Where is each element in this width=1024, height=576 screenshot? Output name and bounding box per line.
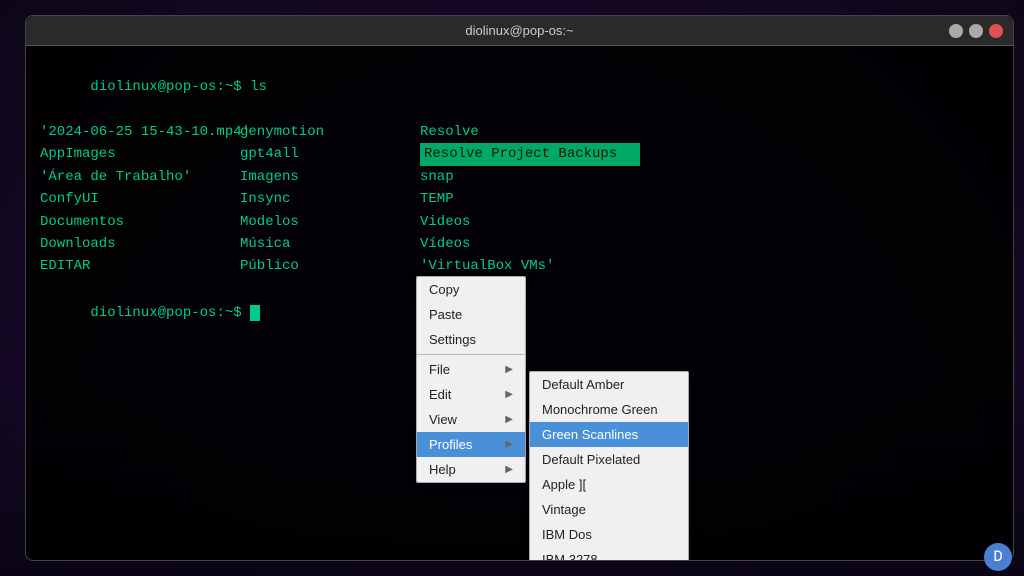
window-controls: [949, 24, 1003, 38]
submenu-item[interactable]: IBM Dos: [530, 522, 688, 547]
submenu-arrow-icon: ▶: [505, 414, 513, 425]
ls-item: TEMP: [420, 188, 640, 210]
menu-item-label: File: [429, 362, 450, 377]
menu-item-label: Profiles: [429, 437, 472, 452]
terminal-window: diolinux@pop-os:~ diolinux@pop-os:~$ ls …: [25, 15, 1014, 561]
context-menu-item[interactable]: Profiles ▶: [417, 432, 525, 457]
submenu-item[interactable]: Apple ][: [530, 472, 688, 497]
taskbar-icon-symbol: D: [993, 548, 1003, 566]
ls-item: Downloads: [40, 233, 240, 255]
cursor: [250, 305, 260, 321]
ls-item: ConfyUI: [40, 188, 240, 210]
ls-item: Documentos: [40, 211, 240, 233]
command-text: ls: [250, 79, 267, 95]
submenu-item[interactable]: IBM 3278: [530, 547, 688, 561]
maximize-button[interactable]: [969, 24, 983, 38]
submenu-item[interactable]: Default Pixelated: [530, 447, 688, 472]
prompt-1: diolinux@pop-os:~$: [90, 79, 250, 95]
ls-col-1: '2024-06-25 15-43-10.mp4'AppImages'Área …: [40, 121, 240, 278]
menu-item-label: Edit: [429, 387, 451, 402]
profiles-submenu: Default AmberMonochrome GreenGreen Scanl…: [529, 371, 689, 561]
ls-item: Vídeos: [420, 233, 640, 255]
context-menu-item[interactable]: Help ▶: [417, 457, 525, 482]
ls-item: '2024-06-25 15-43-10.mp4': [40, 121, 240, 143]
ls-item: gpt4all: [240, 143, 420, 165]
ls-item: 'VirtualBox VMs': [420, 255, 640, 277]
ls-item: Modelos: [240, 211, 420, 233]
submenu-item[interactable]: Green Scanlines: [530, 422, 688, 447]
submenu-arrow-icon: ▶: [505, 439, 513, 450]
command-line: diolinux@pop-os:~$ ls: [40, 56, 999, 119]
context-menu-item[interactable]: Edit ▶: [417, 382, 525, 407]
context-menu-item[interactable]: Paste: [417, 302, 525, 327]
menu-item-label: View: [429, 412, 457, 427]
close-button[interactable]: [989, 24, 1003, 38]
submenu-arrow-icon: ▶: [505, 464, 513, 475]
submenu-arrow-icon: ▶: [505, 364, 513, 375]
ls-item: Videos: [420, 211, 640, 233]
window-title: diolinux@pop-os:~: [465, 23, 573, 38]
ls-item: AppImages: [40, 143, 240, 165]
ls-item: genymotion: [240, 121, 420, 143]
ls-item: Insync: [240, 188, 420, 210]
context-menu: CopyPasteSettingsFile▶Edit▶View▶Profiles…: [416, 276, 526, 483]
prompt-2: diolinux@pop-os:~$: [90, 305, 250, 321]
menu-item-label: Paste: [429, 307, 462, 322]
ls-col-3: ResolveResolve Project BackupssnapTEMPVi…: [420, 121, 640, 278]
ls-item: EDITAR: [40, 255, 240, 277]
submenu-item[interactable]: Vintage: [530, 497, 688, 522]
menu-item-label: Help: [429, 462, 456, 477]
title-bar: diolinux@pop-os:~: [26, 16, 1013, 46]
taskbar-area: D: [984, 543, 1012, 571]
ls-item: Resolve Project Backups: [420, 143, 640, 165]
ls-item: Imagens: [240, 166, 420, 188]
context-menu-item[interactable]: File ▶: [417, 357, 525, 382]
ls-item: Resolve: [420, 121, 640, 143]
ls-col-2: genymotiongpt4allImagensInsyncModelosMús…: [240, 121, 420, 278]
menu-item-label: Settings: [429, 332, 476, 347]
minimize-button[interactable]: [949, 24, 963, 38]
menu-item-label: Copy: [429, 282, 459, 297]
context-menu-item[interactable]: Settings: [417, 327, 525, 352]
context-menu-item[interactable]: View ▶: [417, 407, 525, 432]
submenu-item[interactable]: Default Amber: [530, 372, 688, 397]
ls-output: '2024-06-25 15-43-10.mp4'AppImages'Área …: [40, 121, 999, 278]
context-menu-item[interactable]: Copy: [417, 277, 525, 302]
submenu-arrow-icon: ▶: [505, 389, 513, 400]
submenu-item[interactable]: Monochrome Green: [530, 397, 688, 422]
menu-divider: [417, 354, 525, 355]
taskbar-icon-circle[interactable]: D: [984, 543, 1012, 571]
ls-item: snap: [420, 166, 640, 188]
ls-item: 'Área de Trabalho': [40, 166, 240, 188]
ls-item: Música: [240, 233, 420, 255]
ls-item: Público: [240, 255, 420, 277]
